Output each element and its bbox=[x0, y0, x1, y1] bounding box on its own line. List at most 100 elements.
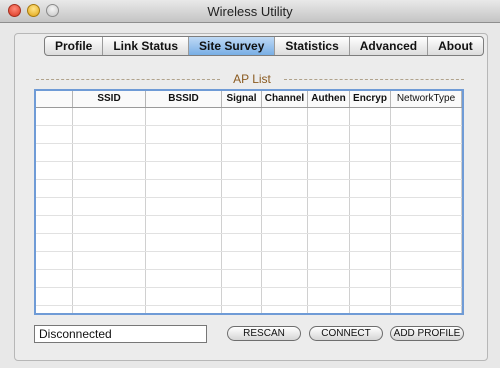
table-row[interactable] bbox=[36, 126, 462, 144]
table-cell bbox=[36, 270, 73, 287]
table-row[interactable] bbox=[36, 144, 462, 162]
table-cell bbox=[146, 198, 222, 215]
table-cell bbox=[262, 108, 308, 125]
table-cell bbox=[36, 234, 73, 251]
tab-site-survey[interactable]: Site Survey bbox=[189, 37, 276, 55]
tab-profile[interactable]: Profile bbox=[45, 37, 104, 55]
table-cell bbox=[222, 108, 262, 125]
group-divider-right bbox=[284, 79, 464, 80]
table-cell bbox=[391, 216, 462, 233]
table-cell bbox=[391, 306, 462, 313]
table-cell bbox=[222, 288, 262, 305]
table-cell bbox=[222, 126, 262, 143]
table-cell bbox=[262, 198, 308, 215]
column-header-index[interactable] bbox=[36, 91, 73, 107]
table-cell bbox=[262, 252, 308, 269]
table-cell bbox=[308, 144, 350, 161]
table-cell bbox=[73, 144, 146, 161]
table-cell bbox=[262, 234, 308, 251]
table-row[interactable] bbox=[36, 198, 462, 216]
table-cell bbox=[146, 180, 222, 197]
table-cell bbox=[262, 270, 308, 287]
column-header-ssid[interactable]: SSID bbox=[73, 91, 146, 107]
table-cell bbox=[73, 162, 146, 179]
table-header: SSID BSSID Signal Channel Authen Encryp … bbox=[36, 91, 462, 108]
table-row[interactable] bbox=[36, 288, 462, 306]
table-cell bbox=[308, 180, 350, 197]
rescan-button[interactable]: RESCAN bbox=[227, 326, 301, 341]
column-header-channel[interactable]: Channel bbox=[262, 91, 308, 107]
table-row[interactable] bbox=[36, 216, 462, 234]
table-cell bbox=[146, 252, 222, 269]
table-cell bbox=[391, 252, 462, 269]
table-cell bbox=[262, 126, 308, 143]
column-header-encryp[interactable]: Encryp bbox=[350, 91, 391, 107]
table-cell bbox=[73, 306, 146, 313]
table-cell bbox=[308, 216, 350, 233]
table-row[interactable] bbox=[36, 108, 462, 126]
table-cell bbox=[146, 108, 222, 125]
tab-link-status[interactable]: Link Status bbox=[103, 37, 190, 55]
table-cell bbox=[222, 252, 262, 269]
table-cell bbox=[146, 306, 222, 313]
column-header-bssid[interactable]: BSSID bbox=[146, 91, 222, 107]
table-cell bbox=[222, 270, 262, 287]
table-cell bbox=[73, 270, 146, 287]
table-row[interactable] bbox=[36, 180, 462, 198]
wireless-utility-window: Wireless Utility Profile Link Status Sit… bbox=[0, 0, 500, 368]
table-cell bbox=[73, 126, 146, 143]
table-row[interactable] bbox=[36, 270, 462, 288]
table-cell bbox=[308, 162, 350, 179]
table-cell bbox=[350, 198, 391, 215]
table-cell bbox=[391, 288, 462, 305]
table-cell bbox=[222, 180, 262, 197]
table-cell bbox=[222, 162, 262, 179]
table-cell bbox=[350, 288, 391, 305]
table-body bbox=[36, 108, 462, 313]
table-cell bbox=[73, 198, 146, 215]
table-cell bbox=[350, 180, 391, 197]
table-row[interactable] bbox=[36, 306, 462, 313]
add-profile-button[interactable]: ADD PROFILE bbox=[390, 326, 464, 341]
table-cell bbox=[146, 126, 222, 143]
ap-list-title: AP List bbox=[222, 72, 282, 86]
table-cell bbox=[308, 198, 350, 215]
column-header-signal[interactable]: Signal bbox=[222, 91, 262, 107]
table-cell bbox=[73, 216, 146, 233]
table-cell bbox=[146, 234, 222, 251]
table-cell bbox=[308, 306, 350, 313]
table-cell bbox=[391, 144, 462, 161]
table-cell bbox=[36, 198, 73, 215]
ap-list-table[interactable]: SSID BSSID Signal Channel Authen Encryp … bbox=[34, 89, 464, 315]
table-row[interactable] bbox=[36, 252, 462, 270]
table-cell bbox=[36, 288, 73, 305]
tab-bar: Profile Link Status Site Survey Statisti… bbox=[44, 36, 484, 56]
connect-button[interactable]: CONNECT bbox=[309, 326, 383, 341]
table-cell bbox=[222, 306, 262, 313]
table-row[interactable] bbox=[36, 162, 462, 180]
table-cell bbox=[36, 126, 73, 143]
table-cell bbox=[350, 252, 391, 269]
title-bar: Wireless Utility bbox=[0, 0, 500, 23]
table-cell bbox=[222, 234, 262, 251]
column-header-networktype[interactable]: NetworkType bbox=[391, 91, 462, 107]
table-cell bbox=[262, 180, 308, 197]
table-cell bbox=[350, 144, 391, 161]
table-cell bbox=[262, 162, 308, 179]
table-cell bbox=[262, 288, 308, 305]
column-header-authen[interactable]: Authen bbox=[308, 91, 350, 107]
connection-status-field: Disconnected bbox=[34, 325, 207, 343]
table-cell bbox=[146, 270, 222, 287]
tab-about[interactable]: About bbox=[428, 37, 483, 55]
table-cell bbox=[308, 288, 350, 305]
tab-statistics[interactable]: Statistics bbox=[275, 37, 350, 55]
table-row[interactable] bbox=[36, 234, 462, 252]
table-cell bbox=[391, 270, 462, 287]
table-cell bbox=[262, 306, 308, 313]
table-cell bbox=[36, 162, 73, 179]
tab-advanced[interactable]: Advanced bbox=[350, 37, 429, 55]
table-cell bbox=[146, 162, 222, 179]
table-cell bbox=[391, 126, 462, 143]
table-cell bbox=[391, 198, 462, 215]
table-cell bbox=[308, 252, 350, 269]
